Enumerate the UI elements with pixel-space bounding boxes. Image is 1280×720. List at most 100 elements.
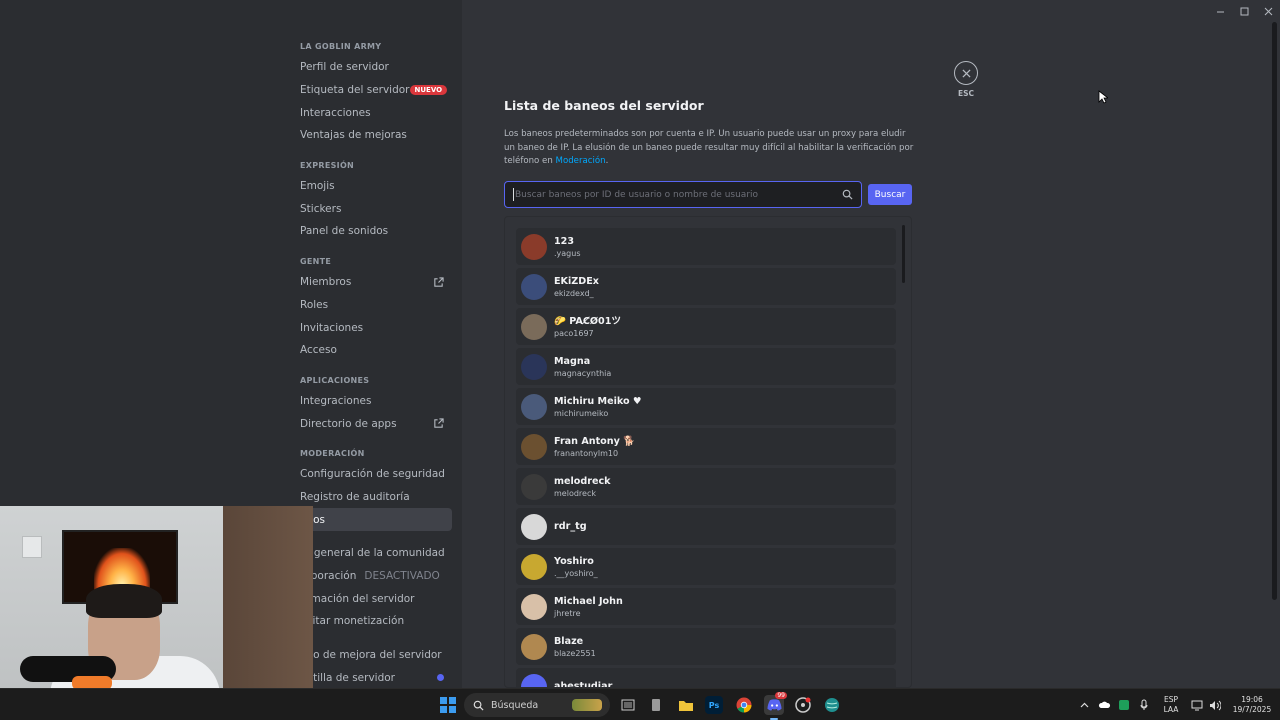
maximize-icon	[1240, 7, 1248, 15]
sidebar-item-invites[interactable]: Invitaciones	[292, 316, 452, 339]
chrome-icon[interactable]	[734, 695, 754, 715]
sidebar-item-boost-perks[interactable]: Ventajas de mejoras	[292, 124, 452, 147]
ban-row[interactable]: Magna magnacynthia	[516, 348, 896, 385]
windows-taskbar: Búsqueda Ps 99 ESP LAA 19:06 19/7/2025	[0, 688, 1280, 720]
volume-icon[interactable]	[1206, 700, 1224, 711]
taskbar-search[interactable]: Búsqueda	[464, 693, 610, 717]
ban-row[interactable]: melodreck melodreck	[516, 468, 896, 505]
maximize-button[interactable]	[1232, 0, 1256, 22]
sidebar-item-community-overview[interactable]: ta general de la comunidad	[292, 542, 452, 565]
sidebar-item-label: Interacciones	[300, 106, 371, 119]
window-close-button[interactable]	[1256, 0, 1280, 22]
avatar	[521, 233, 547, 260]
obs-icon[interactable]	[793, 695, 813, 715]
minimize-icon	[1216, 11, 1224, 12]
ban-list-scrollbar[interactable]	[902, 225, 905, 283]
avatar	[521, 433, 547, 460]
mouse-cursor-icon	[1098, 90, 1108, 104]
sidebar-item-label: Integraciones	[300, 394, 372, 407]
display-name: EKiZDEx	[554, 275, 599, 287]
sidebar-item-label: Registro de auditoría	[300, 490, 410, 503]
sidebar-item-stickers[interactable]: Stickers	[292, 197, 452, 220]
sidebar-item-server-template[interactable]: antilla de servidor	[292, 666, 452, 689]
printer-app-icon[interactable]	[646, 695, 666, 715]
sidebar-item-server-insights[interactable]: ormación del servidor	[292, 587, 452, 610]
sidebar-item-label: Emojis	[300, 180, 335, 193]
moderation-link[interactable]: Moderación	[556, 156, 606, 166]
tray-chevron-icon[interactable]	[1074, 702, 1094, 708]
ban-user-info: melodreck melodreck	[554, 475, 611, 499]
sidebar-item-label: Miembros	[300, 276, 352, 289]
display-name: Michiru Meiko ♥	[554, 395, 642, 407]
microphone-accent	[72, 676, 112, 688]
close-settings[interactable]: ESC	[954, 61, 978, 98]
sidebar-item-app-directory[interactable]: Directorio de apps	[292, 412, 452, 435]
file-explorer-icon[interactable]	[676, 695, 696, 715]
sidebar-item-server-tag[interactable]: Etiqueta del servidor NUEVO	[292, 79, 452, 102]
sidebar-item-boost-status[interactable]: ado de mejora del servidor	[292, 644, 452, 667]
page-scrollbar[interactable]	[1272, 22, 1277, 600]
ban-row[interactable]: EKiZDEx ekizdexd_	[516, 268, 896, 305]
username: franantonylm10	[554, 448, 619, 458]
section-header-people: GENTE	[300, 256, 332, 266]
ban-user-info: Michiru Meiko ♥ michirumeiko	[554, 395, 642, 419]
esc-label: ESC	[957, 89, 975, 98]
sidebar-item-integrations[interactable]: Integraciones	[292, 390, 452, 413]
ban-row[interactable]: Fran Antony 🐕 franantonylm10	[516, 428, 896, 465]
task-view-icon[interactable]	[618, 695, 638, 715]
sidebar-item-soundboard[interactable]: Panel de sonidos	[292, 220, 452, 243]
ban-row[interactable]: 🌮 PAC̸Ø01ツ paco1697	[516, 308, 896, 345]
ban-row[interactable]: Michiru Meiko ♥ michirumeiko	[516, 388, 896, 425]
sidebar-item-server-profile[interactable]: Perfil de servidor	[292, 56, 452, 79]
text-caret	[513, 188, 514, 201]
microphone-icon[interactable]	[1134, 699, 1154, 711]
ban-user-info: Blaze blaze2551	[554, 635, 596, 659]
sidebar-item-bans[interactable]: neos	[292, 508, 452, 531]
ban-row[interactable]: ahestudiar	[516, 668, 896, 687]
ban-user-info: rdr_tg	[554, 520, 587, 533]
page-title: Lista de baneos del servidor	[504, 98, 704, 113]
photoshop-icon[interactable]: Ps	[705, 696, 723, 714]
discord-icon[interactable]: 99	[764, 692, 787, 720]
ban-row[interactable]: Michael John jhretre	[516, 588, 896, 625]
description-end: .	[605, 156, 609, 166]
ban-row[interactable]: Blaze blaze2551	[516, 628, 896, 665]
sidebar-item-monetization[interactable]: bilitar monetización	[292, 610, 452, 633]
clock[interactable]: 19:06 19/7/2025	[1224, 695, 1280, 715]
section-header-expression: EXPRESIÓN	[300, 160, 355, 170]
sidebar-item-label: Panel de sonidos	[300, 225, 389, 238]
ban-user-info: Yoshiro .__yoshiro_	[554, 555, 598, 579]
sidebar-item-audit-log[interactable]: Registro de auditoría	[292, 486, 452, 509]
close-button[interactable]	[954, 61, 978, 85]
sidebar-item-roles[interactable]: Roles	[292, 294, 452, 317]
browser-globe-icon[interactable]	[822, 695, 842, 715]
security-icon[interactable]	[1114, 699, 1134, 711]
section-header-apps: APLICACIONES	[300, 375, 370, 385]
ban-row[interactable]: Yoshiro .__yoshiro_	[516, 548, 896, 585]
ban-row[interactable]: rdr_tg	[516, 508, 896, 545]
ban-search-box[interactable]	[504, 181, 862, 208]
ban-search-input[interactable]	[515, 189, 842, 200]
avatar	[521, 473, 547, 500]
network-icon[interactable]	[1188, 700, 1206, 711]
sidebar-item-emojis[interactable]: Emojis	[292, 175, 452, 198]
sidebar-item-interactions[interactable]: Interacciones	[292, 101, 452, 124]
language-indicator[interactable]: ESP LAA	[1154, 695, 1188, 715]
ban-row[interactable]: 123 .yagus	[516, 228, 896, 265]
display-name: melodreck	[554, 475, 611, 487]
windows-start-icon[interactable]	[440, 697, 456, 713]
display-name: Blaze	[554, 635, 584, 647]
sidebar-item-label: antilla de servidor	[300, 671, 395, 684]
sidebar-item-label: Acceso	[300, 344, 337, 357]
onedrive-icon[interactable]	[1094, 701, 1114, 709]
avatar	[521, 633, 547, 660]
ban-user-info: Magna magnacynthia	[554, 355, 611, 379]
sidebar-item-onboarding[interactable]: orporación DESACTIVADO	[292, 565, 452, 588]
minimize-button[interactable]	[1208, 0, 1232, 22]
sidebar-item-safety-setup[interactable]: Configuración de seguridad	[292, 463, 452, 486]
sidebar-item-label: Invitaciones	[300, 321, 364, 334]
username: michirumeiko	[554, 408, 609, 418]
search-button[interactable]: Buscar	[868, 184, 912, 205]
sidebar-item-access[interactable]: Acceso	[292, 339, 452, 362]
sidebar-item-members[interactable]: Miembros	[292, 271, 452, 294]
